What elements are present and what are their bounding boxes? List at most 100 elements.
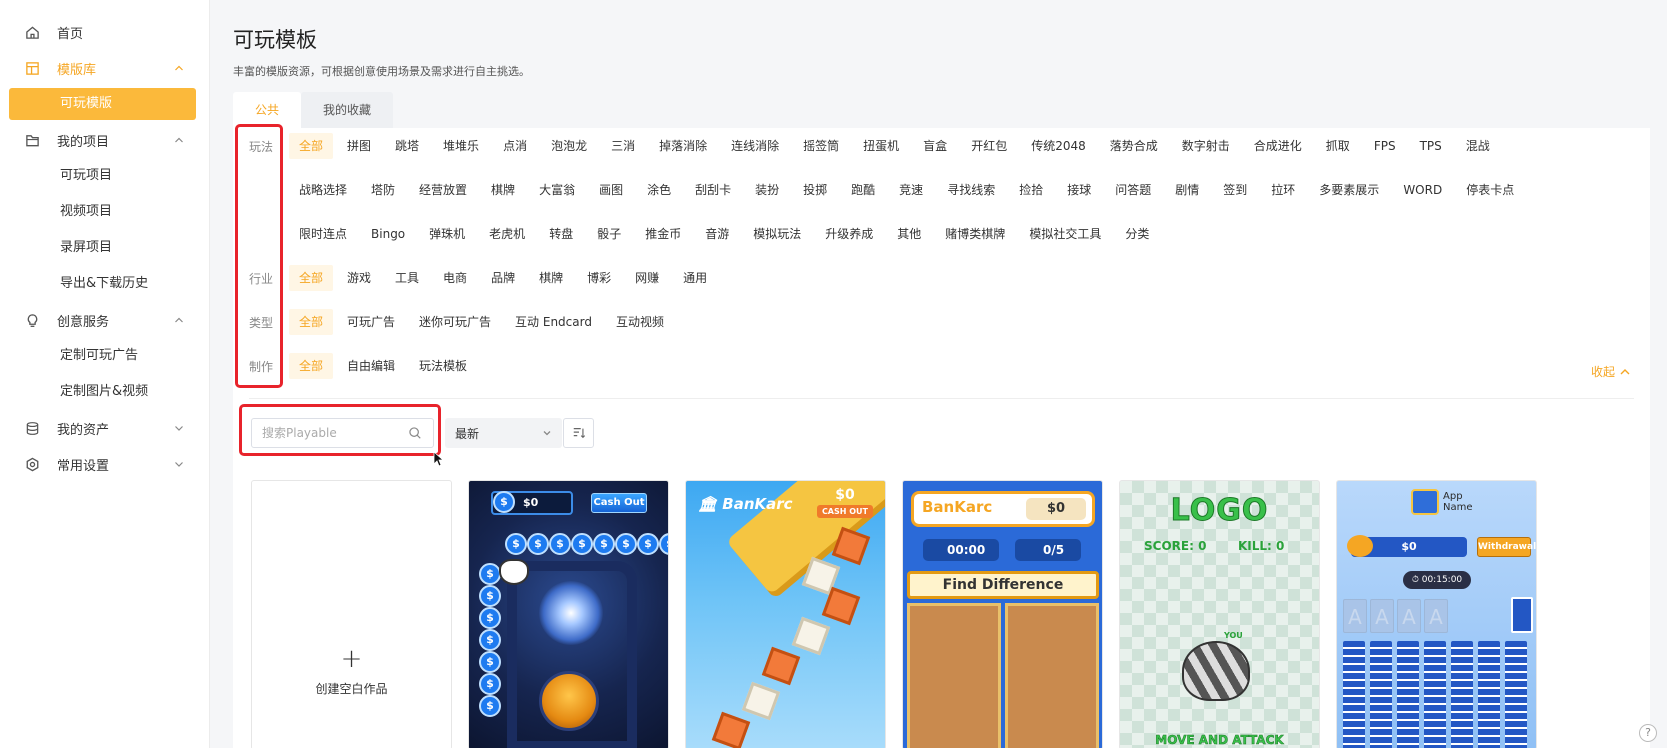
filter-chip[interactable]: WORD [1393,177,1452,203]
filter-chip[interactable]: 战略选择 [289,177,357,203]
sidebar-subitem[interactable]: 定制图片&视频 [0,374,209,410]
filter-chip[interactable]: 三消 [601,133,645,159]
filter-chip[interactable]: 品牌 [481,265,525,291]
filter-chip[interactable]: 赌博类棋牌 [935,221,1015,247]
filter-chip[interactable]: 转盘 [539,221,583,247]
filter-chip[interactable]: 自由编辑 [337,353,405,379]
filter-chip[interactable]: 全部 [289,133,334,159]
filter-chip[interactable]: 玩法模板 [409,353,477,379]
template-card-bankarc-path[interactable]: 🏛 BanKarc $0 CASH OUT [685,480,886,748]
filter-chip[interactable]: 捡拾 [1009,177,1053,203]
filter-chip[interactable]: 多要素展示 [1309,177,1389,203]
filter-chip[interactable]: 问答题 [1105,177,1161,203]
filter-chip[interactable]: 落势合成 [1100,133,1168,159]
template-card-coin-puzzle[interactable]: $0 $ Cash Out $$$$$$$$$$$$$$$ [468,480,669,748]
filter-chip[interactable]: 涂色 [637,177,681,203]
filter-chip[interactable]: 连线消除 [721,133,789,159]
filter-chip[interactable]: 限时连点 [289,221,357,247]
filter-chip[interactable]: 可玩广告 [337,309,405,335]
filter-chip[interactable]: 模拟社交工具 [1019,221,1111,247]
filter-chip[interactable]: TPS [1410,133,1452,159]
template-card-solitaire[interactable]: App Name $0 Withdrawal ⏱ 00:15:00 AAAA [1336,480,1537,748]
filter-chip[interactable]: 工具 [385,265,429,291]
filter-chip[interactable]: 互动 Endcard [505,309,602,335]
template-card-find-difference[interactable]: BanKarc $0 00:00 0/5 Find Difference [902,480,1103,748]
filter-chip[interactable]: 寻找线索 [937,177,1005,203]
sidebar-item[interactable]: 首页 [0,14,209,50]
sidebar-item[interactable]: 我的资产 [0,410,209,446]
filter-chip[interactable]: 剧情 [1165,177,1209,203]
sidebar-subitem[interactable]: 定制可玩广告 [0,338,209,374]
filter-chip[interactable]: 投掷 [793,177,837,203]
filter-chip[interactable]: 经营放置 [409,177,477,203]
filter-chip[interactable]: 刮刮卡 [685,177,741,203]
filter-chip[interactable]: 互动视频 [606,309,674,335]
filter-chip[interactable]: 装扮 [745,177,789,203]
filter-chip[interactable]: 数字射击 [1172,133,1240,159]
filter-chip[interactable]: 掉落消除 [649,133,717,159]
filter-chip[interactable]: 骰子 [587,221,631,247]
filter-chip[interactable]: 开红包 [961,133,1017,159]
filter-chip[interactable]: 竞速 [889,177,933,203]
sort-order-button[interactable] [563,418,594,448]
help-button[interactable]: ? [1639,724,1657,742]
tab-my-favorites[interactable]: 我的收藏 [301,92,394,128]
sidebar-subitem[interactable]: 可玩模版 [9,88,196,120]
filter-chip[interactable]: 摇签筒 [793,133,849,159]
filter-chip[interactable]: 迷你可玩广告 [409,309,501,335]
create-blank-card[interactable]: + 创建空白作品 [251,480,452,748]
filter-chip[interactable]: 跳塔 [385,133,429,159]
filter-chip[interactable]: 塔防 [361,177,405,203]
filter-chip[interactable]: 通用 [673,265,717,291]
sidebar-subitem[interactable]: 导出&下载历史 [0,266,209,302]
filter-chip[interactable]: 其他 [887,221,931,247]
tab-public[interactable]: 公共 [233,92,302,128]
template-card-logo-raccoon[interactable]: LOGO SCORE: 0 KILL: 0 YOU MOVE AND ATTAC… [1119,480,1320,748]
filter-chip[interactable]: 合成进化 [1244,133,1312,159]
filter-chip[interactable]: 大富翁 [529,177,585,203]
filter-chip[interactable]: 跑酷 [841,177,885,203]
sort-select[interactable]: 最新 [445,418,562,448]
filter-chip[interactable]: 接球 [1057,177,1101,203]
filter-chip[interactable]: 弹珠机 [419,221,475,247]
filter-chip[interactable]: 签到 [1213,177,1257,203]
filter-chip[interactable]: 传统2048 [1021,133,1096,159]
sidebar-item[interactable]: 我的项目 [0,122,209,158]
filter-chip[interactable]: 拼图 [337,133,381,159]
sidebar-item[interactable]: 模版库 [0,50,209,86]
filter-chip[interactable]: 网赚 [625,265,669,291]
search-input[interactable] [252,426,402,440]
filter-chip[interactable]: 升级养成 [815,221,883,247]
filter-chip[interactable]: FPS [1364,133,1406,159]
sidebar-subitem[interactable]: 视频项目 [0,194,209,230]
filter-chip[interactable]: 棋牌 [529,265,573,291]
filter-chip[interactable]: 电商 [433,265,477,291]
sidebar-item[interactable]: 创意服务 [0,302,209,338]
filter-chip[interactable]: 游戏 [337,265,381,291]
filter-chip[interactable]: 扭蛋机 [853,133,909,159]
filter-chip[interactable]: 音游 [695,221,739,247]
filter-chip[interactable]: 泡泡龙 [541,133,597,159]
filter-chip[interactable]: 停表卡点 [1456,177,1524,203]
filter-chip[interactable]: 盲盒 [913,133,957,159]
filter-chip[interactable]: 堆堆乐 [433,133,489,159]
filter-chip[interactable]: 全部 [289,353,334,379]
filter-chip[interactable]: 老虎机 [479,221,535,247]
collapse-filters-button[interactable]: 收起 [1591,363,1630,380]
filter-chip[interactable]: 博彩 [577,265,621,291]
filter-chip[interactable]: 棋牌 [481,177,525,203]
filter-chip[interactable]: 点消 [493,133,537,159]
search-icon[interactable] [408,426,422,440]
sidebar-item[interactable]: 常用设置 [0,446,209,482]
sidebar-subitem[interactable]: 录屏项目 [0,230,209,266]
filter-chip[interactable]: 抓取 [1316,133,1360,159]
filter-chip[interactable]: 混战 [1456,133,1500,159]
sidebar-subitem[interactable]: 可玩项目 [0,158,209,194]
filter-chip[interactable]: 画图 [589,177,633,203]
filter-chip[interactable]: 分类 [1115,221,1159,247]
filter-chip[interactable]: 模拟玩法 [743,221,811,247]
filter-chip[interactable]: 推金币 [635,221,691,247]
filter-chip[interactable]: Bingo [361,221,415,247]
filter-chip[interactable]: 全部 [289,309,334,335]
filter-chip[interactable]: 全部 [289,265,334,291]
